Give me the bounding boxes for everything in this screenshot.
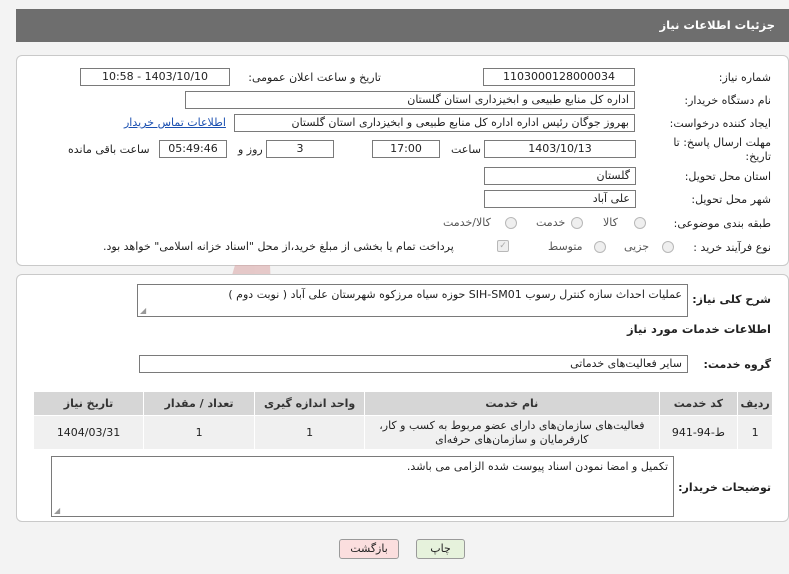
table-row: 1 ط-94-941 فعالیت‌های سازمان‌های دارای ع… (32, 415, 773, 450)
city-field: علی آباد (484, 190, 636, 208)
category-label: طبقه بندی موضوعی: (673, 217, 771, 230)
category-goods-radio[interactable] (634, 217, 646, 229)
cell-service-name: فعالیت‌های سازمان‌های دارای عضو مربوط به… (364, 415, 660, 450)
category-service-radio[interactable] (571, 217, 583, 229)
services-table: ردیف کد خدمت نام خدمت واحد اندازه گیری ت… (32, 391, 773, 450)
col-row: ردیف (737, 391, 773, 416)
col-need-date: تاریخ نیاز (32, 391, 145, 416)
print-button[interactable]: چاپ (416, 539, 465, 559)
remaining-days-label: روز و (238, 143, 263, 156)
buyer-field: اداره کل منابع طبیعی و ابخیزداری استان گ… (185, 91, 635, 109)
announce-label: تاریخ و ساعت اعلان عمومی: (248, 71, 381, 84)
process-type-label: نوع فرآیند خرید : (693, 241, 771, 254)
remaining-time-field: 05:49:46 (159, 140, 227, 158)
buyer-notes-text: تکمیل و امضا نمودن اسناد پیوست شده الزام… (406, 460, 668, 473)
remaining-time-label: ساعت باقی مانده (68, 143, 150, 156)
category-goods-label: کالا (603, 216, 618, 229)
buyer-notes-label: توضیحات خریدار: (678, 481, 771, 494)
need-info-panel (16, 55, 789, 266)
creator-field: بهروز جوگان رئیس اداره اداره کل منابع طب… (234, 114, 635, 132)
service-group-label: گروه خدمت: (703, 358, 771, 371)
deadline-time-label: ساعت (451, 143, 481, 156)
category-goods-service-radio[interactable] (505, 217, 517, 229)
col-service-code: کد خدمت (658, 391, 739, 416)
services-section-title: اطلاعات خدمات مورد نیاز (627, 322, 771, 336)
resize-grip-icon: ◢ (140, 306, 147, 315)
cell-need-date: 1404/03/31 (32, 415, 145, 450)
creator-label: ایجاد کننده درخواست: (669, 117, 771, 130)
col-unit: واحد اندازه گیری (254, 391, 366, 416)
process-medium-label: متوسط (548, 240, 583, 253)
remaining-days-field: 3 (266, 140, 334, 158)
resize-grip-icon: ◢ (54, 506, 61, 515)
need-number-field: 1103000128000034 (483, 68, 635, 86)
page-header: جزئیات اطلاعات نیاز (16, 9, 789, 42)
service-group-field: سایر فعالیت‌های خدماتی (139, 355, 688, 373)
need-number-label: شماره نیاز: (718, 71, 771, 84)
back-button[interactable]: بازگشت (339, 539, 399, 559)
buyer-notes-textarea[interactable]: تکمیل و امضا نمودن اسناد پیوست شده الزام… (51, 456, 674, 517)
cell-unit: 1 (254, 415, 366, 450)
category-service-label: خدمت (536, 216, 566, 229)
summary-textarea[interactable]: عملیات احداث سازه کنترل رسوب SIH-SM01 حو… (137, 284, 688, 317)
deadline-date-label: تاریخ: (745, 150, 771, 163)
announce-datetime-field: 1403/10/10 - 10:58 (80, 68, 230, 86)
summary-text: عملیات احداث سازه کنترل رسوب SIH-SM01 حو… (228, 288, 682, 301)
process-medium-radio[interactable] (594, 241, 606, 253)
deadline-label: مهلت ارسال پاسخ: تا (673, 136, 771, 149)
buyer-label: نام دستگاه خریدار: (684, 94, 771, 107)
page-title: جزئیات اطلاعات نیاز (659, 18, 775, 32)
deadline-date-field: 1403/10/13 (484, 140, 636, 158)
city-label: شهر محل تحویل: (691, 193, 771, 206)
buyer-contact-link[interactable]: اطلاعات تماس خریدار (124, 116, 226, 129)
col-service-name: نام خدمت (364, 391, 660, 416)
treasury-payment-checkbox[interactable]: ✓ (497, 240, 509, 252)
province-label: استان محل تحویل: (684, 170, 771, 183)
cell-row: 1 (737, 415, 773, 450)
process-minor-label: جزیی (624, 240, 650, 253)
summary-label: شرح کلی نیاز: (692, 293, 771, 306)
process-minor-radio[interactable] (662, 241, 674, 253)
deadline-time-field: 17:00 (372, 140, 440, 158)
col-quantity: تعداد / مقدار (143, 391, 256, 416)
treasury-payment-note: پرداخت تمام یا بخشی از مبلغ خرید،از محل … (103, 240, 454, 253)
cell-service-code: ط-94-941 (658, 415, 739, 450)
cell-quantity: 1 (143, 415, 256, 450)
services-table-header: ردیف کد خدمت نام خدمت واحد اندازه گیری ت… (32, 391, 773, 416)
province-field: گلستان (484, 167, 636, 185)
category-goods-service-label: کالا/خدمت (443, 216, 491, 229)
